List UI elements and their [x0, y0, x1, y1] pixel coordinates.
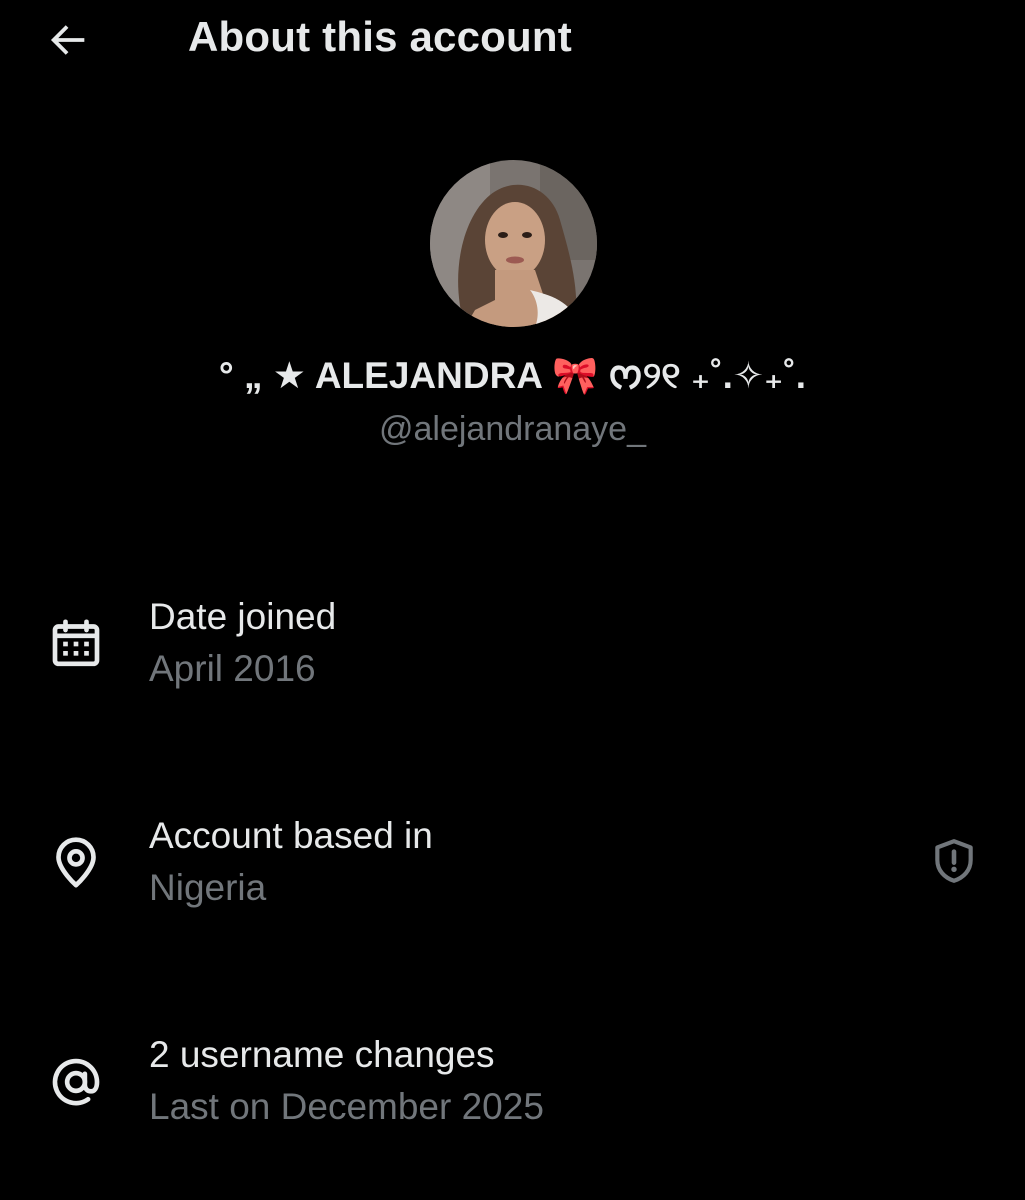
arrow-left-icon	[50, 25, 85, 55]
account-location-value: Nigeria	[149, 867, 267, 908]
back-button[interactable]	[40, 14, 98, 66]
username-handle: @alejandranaye_	[378, 410, 647, 448]
account-location-row: Account based in Nigeria	[0, 811, 1025, 921]
bow-emoji: 🎀	[551, 355, 599, 396]
username-changes-value: Last on December 2025	[149, 1086, 544, 1127]
avatar[interactable]	[430, 160, 597, 327]
date-joined-label: Date joined	[149, 596, 337, 637]
location-pin-icon	[46, 833, 106, 893]
account-location-label: Account based in	[149, 815, 433, 856]
display-name-suffix: ᰔ୨୧ ₊˚.✧₊˚.	[598, 355, 807, 396]
display-name: ° „ ★ ALEJANDRA 🎀 ᰔ୨୧ ₊˚.✧₊˚.	[0, 348, 1025, 405]
page-title: About this account	[188, 13, 572, 60]
location-info-button[interactable]	[924, 831, 984, 891]
date-joined-value: April 2016	[149, 648, 316, 689]
username-changes-label: 2 username changes	[149, 1034, 495, 1075]
shield-alert-icon	[935, 839, 973, 883]
date-joined-row: Date joined April 2016	[0, 592, 1025, 702]
at-sign-icon	[46, 1052, 106, 1112]
username-changes-row: 2 username changes Last on December 2025	[0, 1030, 1025, 1140]
calendar-icon	[46, 614, 106, 674]
profile-photo	[430, 160, 597, 327]
top-bar: About this account	[0, 0, 1025, 80]
display-name-prefix: ° „ ★ ALEJANDRA	[218, 355, 552, 396]
